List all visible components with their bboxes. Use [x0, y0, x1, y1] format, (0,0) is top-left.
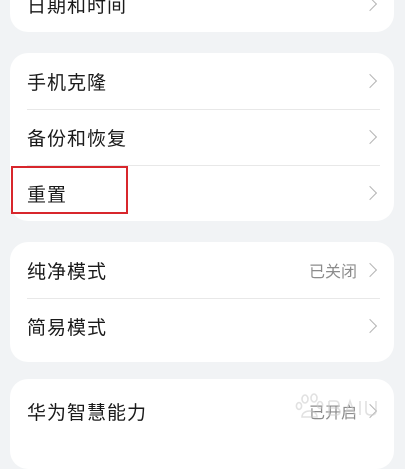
settings-item-label: 纯净模式	[27, 260, 108, 283]
settings-item-backup-restore[interactable]: 备份和恢复	[10, 109, 394, 165]
settings-item-label: 重置	[27, 183, 68, 206]
settings-item-simple-mode[interactable]: 简易模式	[10, 298, 394, 354]
settings-item-label: 日期和时间	[27, 0, 128, 17]
settings-item-label: 简易模式	[27, 316, 108, 339]
settings-item-reset[interactable]: 重置	[10, 165, 394, 221]
settings-item-label: 备份和恢复	[27, 127, 128, 150]
chevron-right-icon	[362, 262, 378, 278]
settings-item-status: 已关闭	[308, 262, 357, 281]
chevron-right-icon	[362, 0, 378, 12]
settings-group-backup: 手机克隆 备份和恢复 重置	[10, 53, 394, 221]
settings-item-date-time[interactable]: 日期和时间	[10, 0, 394, 32]
settings-group-modes: 纯净模式 已关闭 简易模式	[10, 242, 394, 362]
chevron-right-icon	[362, 318, 378, 334]
chevron-right-icon	[362, 129, 378, 145]
settings-group-datetime: 日期和时间	[10, 0, 394, 32]
watermark-logo	[295, 393, 377, 418]
settings-item-pure-mode[interactable]: 纯净模式 已关闭	[10, 242, 394, 298]
chevron-right-icon	[362, 185, 378, 201]
settings-item-phone-clone[interactable]: 手机克隆	[10, 53, 394, 109]
chevron-right-icon	[362, 73, 378, 89]
settings-item-label: 手机克隆	[27, 71, 108, 94]
settings-item-label: 华为智慧能力	[27, 401, 148, 424]
